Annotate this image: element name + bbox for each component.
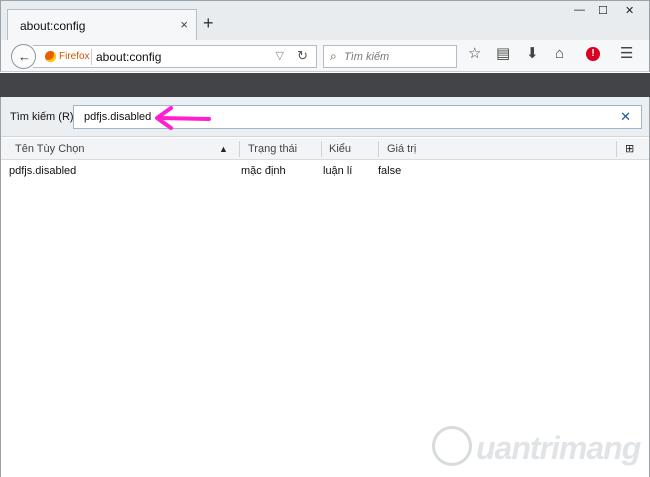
pref-value: false [378,165,402,177]
table-row[interactable]: pdfjs.disabled mặc định luận lí false [1,163,649,181]
minimize-icon[interactable]: — [574,4,585,16]
back-arrow-icon: ← [18,49,31,64]
column-header-name[interactable]: Tên Tùy Chọn [15,143,85,155]
reading-list-icon[interactable]: ▤ [496,46,510,61]
column-header-value[interactable]: Giá trị [387,143,416,155]
new-tab-button[interactable]: + [203,14,214,32]
tab-title: about:config [20,19,86,33]
pref-name: pdfjs.disabled [9,165,77,177]
lightbulb-icon [432,426,472,466]
bookmark-star-icon[interactable]: ☆ [468,46,481,61]
annotation-arrow-icon [155,106,211,130]
identity-label: Firefox [59,51,90,62]
url-separator [91,49,92,65]
watermark: uantrimang [430,424,650,474]
maximize-icon[interactable]: ☐ [598,4,608,17]
filter-label: Tìm kiếm (R): [10,111,77,123]
column-headers: Tên Tùy Chọn ▲ Trạng thái Kiểu Giá trị ⊞ [1,138,649,160]
search-bar[interactable]: ⌕ Tìm kiếm [323,45,457,68]
column-divider[interactable] [378,141,379,157]
url-dropdown-icon[interactable]: ▽ [276,49,284,62]
close-window-icon[interactable]: ✕ [625,4,634,17]
watermark-text: uantrimang [476,430,641,466]
navigation-bar: Firefox about:config ▽ ↻ ← ⌕ Tìm kiếm ☆ … [0,40,650,72]
column-divider[interactable] [616,141,617,157]
alert-icon[interactable]: ! [586,47,600,61]
back-button[interactable]: ← [11,44,36,69]
home-icon[interactable]: ⌂ [555,46,564,61]
dark-band [0,73,650,97]
filter-row: Tìm kiếm (R): pdfjs.disabled ✕ [1,97,649,137]
column-divider[interactable] [321,141,322,157]
pref-type: luận lí [323,165,353,177]
firefox-icon [45,51,56,62]
search-placeholder: Tìm kiếm [344,51,390,63]
tab-close-icon[interactable]: × [180,17,188,32]
filter-value[interactable]: pdfjs.disabled [84,111,151,123]
clear-filter-icon[interactable]: ✕ [620,109,631,125]
column-divider[interactable] [239,141,240,157]
about-config-page: Tìm kiếm (R): pdfjs.disabled ✕ Tên Tùy C… [0,97,650,477]
downloads-icon[interactable]: ⬇ [526,46,539,61]
sort-ascending-icon[interactable]: ▲ [219,144,228,154]
url-bar[interactable]: Firefox about:config ▽ ↻ [33,45,317,68]
url-text[interactable]: about:config [96,50,161,64]
pref-status: mặc định [241,165,286,177]
search-icon: ⌕ [330,49,337,63]
reload-icon[interactable]: ↻ [297,48,308,64]
column-picker-icon[interactable]: ⊞ [625,142,634,155]
column-header-status[interactable]: Trạng thái [248,143,297,155]
tab-about-config[interactable]: about:config × [7,9,197,41]
column-header-type[interactable]: Kiểu [329,143,351,155]
menu-icon[interactable]: ☰ [620,46,633,61]
tab-strip: about:config × + — ☐ ✕ [0,0,650,41]
